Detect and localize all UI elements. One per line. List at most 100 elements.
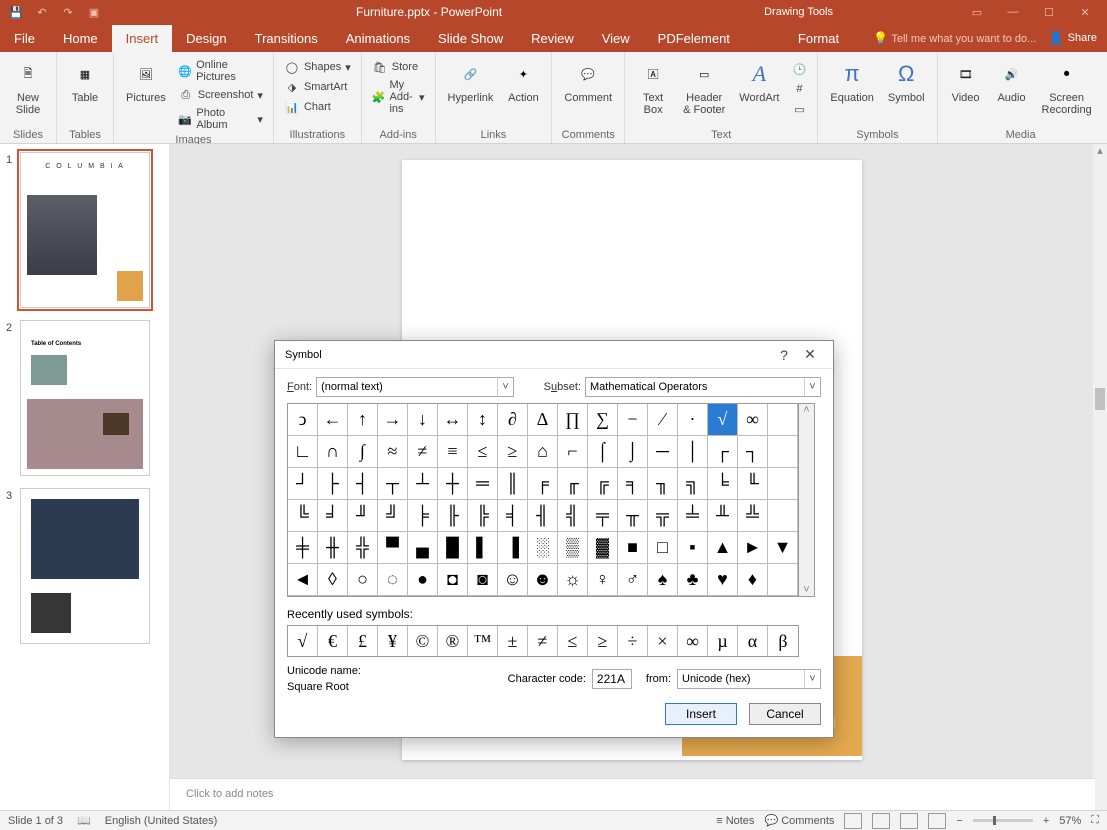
tab-slideshow[interactable]: Slide Show (424, 25, 517, 52)
recent-symbol-cell[interactable]: ÷ (618, 626, 648, 656)
chevron-down-icon[interactable]: ˅ (804, 670, 820, 688)
symbol-cell[interactable]: ╬ (348, 532, 378, 564)
symbol-cell[interactable]: − (618, 404, 648, 436)
from-combobox[interactable]: Unicode (hex)˅ (677, 669, 821, 689)
share-button[interactable]: 👤 Share (1039, 27, 1107, 49)
symbol-cell[interactable]: ⌠ (588, 436, 618, 468)
tab-format[interactable]: Format (784, 25, 853, 52)
zoom-slider[interactable] (973, 819, 1033, 822)
symbol-cell[interactable]: ╫ (318, 532, 348, 564)
slide-thumbnail-2[interactable]: Table of Contents (20, 320, 150, 476)
symbol-cell[interactable]: ≤ (468, 436, 498, 468)
close-window-icon[interactable]: ✕ (1073, 2, 1097, 22)
header-footer-button[interactable]: ▭Header & Footer (677, 56, 731, 118)
symbol-cell[interactable]: ▼ (768, 532, 798, 564)
symbol-cell[interactable]: ↕ (468, 404, 498, 436)
symbol-cell[interactable]: ╤ (588, 500, 618, 532)
symbol-cell[interactable]: ╡ (498, 500, 528, 532)
online-pictures-button[interactable]: 🌐Online Pictures (174, 58, 267, 84)
smartart-button[interactable]: ⬗SmartArt (280, 78, 355, 96)
symbol-cell[interactable]: ╖ (648, 468, 678, 500)
symbol-cell[interactable]: ♣ (678, 564, 708, 596)
symbol-cell[interactable]: ♥ (708, 564, 738, 596)
symbol-grid[interactable]: ↄ←↑→↓↔↕∂∆∏∑−∕∙√∞∟∩∫≈≠≡≤≥⌂⌐⌠⌡─│┌┐┘├┤┬┴┼═║… (287, 403, 799, 597)
zoom-out-icon[interactable]: − (956, 815, 962, 827)
symbol-cell[interactable]: ∟ (288, 436, 318, 468)
redo-icon[interactable]: ↷ (56, 2, 80, 22)
symbol-cell[interactable]: ║ (498, 468, 528, 500)
symbol-cell[interactable]: ♂ (618, 564, 648, 596)
symbol-cell[interactable]: ∆ (528, 404, 558, 436)
symbol-cell[interactable]: ▀ (378, 532, 408, 564)
fit-to-window-icon[interactable]: ⛶ (1091, 814, 1099, 827)
symbol-cell[interactable]: → (378, 404, 408, 436)
symbol-cell[interactable]: ∕ (648, 404, 678, 436)
symbol-cell[interactable] (768, 564, 798, 596)
symbol-cell[interactable]: ≥ (498, 436, 528, 468)
wordart-button[interactable]: AWordArt (733, 56, 785, 118)
symbol-cell[interactable]: ♠ (648, 564, 678, 596)
comments-toggle[interactable]: 💬 Comments (764, 814, 834, 827)
new-slide-button[interactable]: 🗎New Slide (6, 56, 50, 118)
symbol-cell[interactable]: ┘ (288, 468, 318, 500)
recent-symbol-cell[interactable]: µ (708, 626, 738, 656)
recent-symbol-cell[interactable]: ™ (468, 626, 498, 656)
notes-pane[interactable]: Click to add notes (170, 778, 1095, 810)
symbol-cell[interactable]: ╕ (618, 468, 648, 500)
symbol-cell[interactable]: ┴ (408, 468, 438, 500)
recent-symbol-cell[interactable]: α (738, 626, 768, 656)
symbol-cell[interactable] (768, 500, 798, 532)
dialog-close-icon[interactable]: ✕ (797, 346, 823, 363)
symbol-cell[interactable]: █ (438, 532, 468, 564)
tab-pdfelement[interactable]: PDFelement (644, 25, 744, 52)
recent-symbol-cell[interactable]: ∞ (678, 626, 708, 656)
font-combobox[interactable]: (normal text)˅ (316, 377, 514, 397)
symbol-cell[interactable]: ◘ (438, 564, 468, 596)
symbol-cell[interactable]: ╟ (438, 500, 468, 532)
symbol-cell[interactable]: ↓ (408, 404, 438, 436)
recent-symbol-cell[interactable]: √ (288, 626, 318, 656)
symbol-cell[interactable]: ╛ (318, 500, 348, 532)
symbol-cell[interactable]: ▒ (558, 532, 588, 564)
zoom-in-icon[interactable]: + (1043, 815, 1049, 827)
recent-symbol-cell[interactable]: © (408, 626, 438, 656)
recent-symbol-cell[interactable]: ≤ (558, 626, 588, 656)
chart-button[interactable]: 📊Chart (280, 98, 355, 116)
symbol-cell[interactable]: ≈ (378, 436, 408, 468)
start-icon[interactable]: ▣ (82, 2, 106, 22)
symbol-cell[interactable]: ☻ (528, 564, 558, 596)
recent-symbol-cell[interactable]: £ (348, 626, 378, 656)
recent-symbol-cell[interactable]: ≥ (588, 626, 618, 656)
recent-symbol-cell[interactable]: ≠ (528, 626, 558, 656)
symbol-cell[interactable]: ▄ (408, 532, 438, 564)
tab-review[interactable]: Review (517, 25, 588, 52)
symbol-cell[interactable]: ╨ (708, 500, 738, 532)
character-code-input[interactable] (592, 669, 632, 689)
reading-view-icon[interactable] (900, 813, 918, 829)
undo-icon[interactable]: ↶ (30, 2, 54, 22)
symbol-cell[interactable]: □ (648, 532, 678, 564)
comment-button[interactable]: 💬Comment (558, 56, 618, 106)
symbol-cell[interactable]: ∑ (588, 404, 618, 436)
zoom-value[interactable]: 57% (1059, 815, 1081, 827)
recent-symbol-cell[interactable]: β (768, 626, 798, 656)
tell-me-box[interactable]: 💡 Tell me what you want to do... (853, 31, 1039, 45)
symbol-cell[interactable]: ╪ (288, 532, 318, 564)
symbol-cell[interactable] (768, 404, 798, 436)
slide-number-button[interactable]: # (787, 80, 811, 98)
symbol-cell[interactable]: ⌂ (528, 436, 558, 468)
slideshow-view-icon[interactable] (928, 813, 946, 829)
symbol-cell[interactable]: ◌ (378, 564, 408, 596)
notes-toggle[interactable]: ≡ Notes (716, 815, 754, 827)
symbol-cell[interactable]: ┌ (708, 436, 738, 468)
symbol-cell[interactable]: ◙ (468, 564, 498, 596)
table-button[interactable]: ▦Table (63, 56, 107, 106)
insert-button[interactable]: Insert (665, 703, 737, 725)
symbol-cell[interactable]: ∂ (498, 404, 528, 436)
symbol-cell[interactable]: ↑ (348, 404, 378, 436)
maximize-icon[interactable]: ☐ (1037, 2, 1061, 22)
pictures-button[interactable]: 🖼Pictures (120, 56, 172, 132)
recent-symbol-cell[interactable]: ® (438, 626, 468, 656)
symbol-cell[interactable]: ╜ (348, 500, 378, 532)
recent-symbol-cell[interactable]: ± (498, 626, 528, 656)
